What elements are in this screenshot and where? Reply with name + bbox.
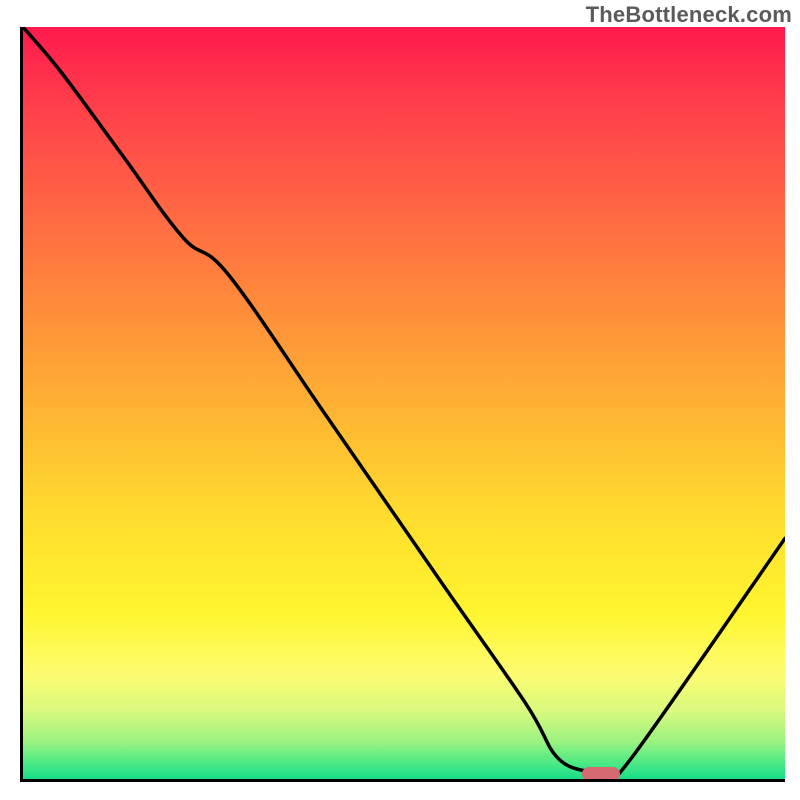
chart-container: TheBottleneck.com bbox=[0, 0, 800, 800]
watermark-text: TheBottleneck.com bbox=[586, 2, 792, 28]
optimal-point-marker bbox=[582, 767, 620, 781]
plot-area bbox=[20, 27, 785, 782]
bottleneck-curve bbox=[23, 27, 785, 779]
